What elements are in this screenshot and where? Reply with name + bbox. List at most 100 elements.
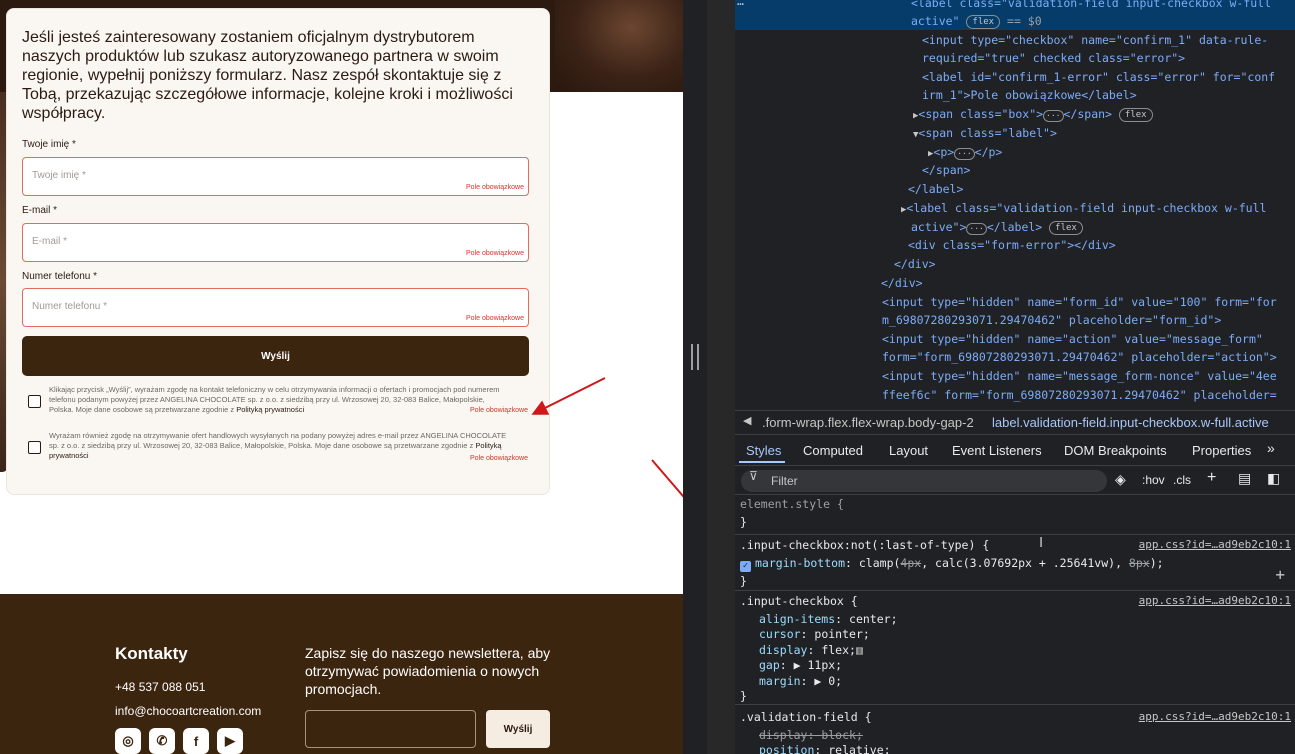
filter-input[interactable]: Filter — [741, 470, 1107, 492]
prop-value[interactable]: pointer; — [814, 627, 869, 641]
add-property-icon[interactable]: + — [1275, 565, 1285, 584]
breadcrumb-form-wrap[interactable]: .form-wrap.flex.flex-wrap.body-gap-2 — [762, 415, 974, 430]
prop-name[interactable]: cursor — [759, 627, 801, 641]
newsletter-submit-button[interactable]: Wyślij — [486, 710, 550, 748]
prop-value[interactable]: center; — [849, 612, 897, 626]
node-hidden-nonce[interactable]: <input type="hidden" name="message_form-… — [882, 367, 1277, 385]
node-input-checkbox-2[interactable]: required="true" checked class="error"> — [922, 49, 1185, 67]
tab-computed[interactable]: Computed — [803, 443, 863, 458]
flex-badge[interactable]: flex — [966, 15, 1001, 29]
rule-selector[interactable]: element.style { — [740, 495, 844, 513]
ellipsis-icon[interactable]: ··· — [954, 148, 975, 160]
prop-value[interactable]: flex; — [821, 643, 856, 657]
styles-toolbar: Filter ⊽ ◈ :hov .cls + ▤ ◧ — [735, 465, 1295, 495]
consent-phone[interactable]: Klikając przycisk „Wyślij”, wyrażam zgod… — [28, 385, 528, 425]
youtube-icon[interactable]: ▶ — [217, 728, 243, 754]
node-text: </span> — [922, 163, 971, 177]
prop-margin-bottom[interactable]: ✓ margin-bottom: clamp(4px, calc(3.07692p… — [740, 554, 1164, 572]
prop-value[interactable]: ▶ 11px; — [794, 658, 842, 672]
flex-badge[interactable]: flex — [1049, 221, 1083, 235]
node-span-close: </span> — [922, 161, 970, 179]
node-hidden-action[interactable]: <input type="hidden" name="action" value… — [882, 330, 1263, 348]
node-label-selected-2[interactable]: active" flex == $0 — [911, 12, 1042, 30]
footer-email[interactable]: info@chocoartcreation.com — [115, 704, 261, 718]
rule-selector[interactable]: .validation-field { — [740, 708, 872, 726]
footer-phone[interactable]: +48 537 088 051 — [115, 680, 205, 694]
new-rule-icon[interactable]: + — [1207, 469, 1216, 487]
ellipsis-icon[interactable]: ··· — [966, 223, 987, 235]
prop-name[interactable]: gap — [759, 658, 780, 672]
name-placeholder: Twoje imię * — [32, 170, 86, 181]
prop-margin[interactable]: margin: ▶ 0; — [759, 672, 842, 690]
node-error-label-2[interactable]: irm_1">Pole obowiązkowe</label> — [922, 86, 1137, 104]
prop-name[interactable]: margin-bottom — [755, 556, 845, 570]
node-error-label[interactable]: <label id="confirm_1-error" class="error… — [922, 68, 1275, 86]
name-field[interactable]: Twoje imię * Pole obowiązkowe — [22, 157, 529, 196]
sidebar-toggle-icon[interactable]: ◧ — [1267, 470, 1280, 487]
consent-email-checkbox[interactable] — [28, 441, 41, 454]
consent-email[interactable]: Wyrażam również zgodę na otrzymywanie of… — [28, 431, 528, 471]
tab-properties[interactable]: Properties — [1192, 443, 1251, 458]
flexbox-editor-icon[interactable]: ▥ — [856, 643, 863, 657]
node-form-error[interactable]: <div class="form-error"></div> — [908, 236, 1116, 254]
prop-value[interactable]: ▶ 0; — [814, 674, 842, 688]
node-span-box[interactable]: ▶<span class="box"> ··· </span> flex — [913, 105, 1153, 125]
node-hidden-nonce-2[interactable]: ffeef6c" form="form_69807280293071.29470… — [882, 386, 1277, 404]
layers-icon[interactable]: ◈ — [1115, 471, 1126, 488]
property-checkbox[interactable]: ✓ — [740, 561, 751, 572]
tab-styles[interactable]: Styles — [746, 443, 781, 458]
node-label-2b[interactable]: active"> ··· </label> flex — [911, 218, 1083, 236]
resize-grip-icon[interactable] — [691, 344, 699, 370]
ellipsis-icon[interactable]: ··· — [1043, 110, 1064, 122]
consent-phone-checkbox[interactable] — [28, 395, 41, 408]
rule-selector[interactable]: .input-checkbox:not(:last-of-type) { — [740, 536, 989, 554]
prop-name[interactable]: display — [759, 643, 807, 657]
node-span-label[interactable]: ▼<span class="label"> — [913, 124, 1057, 144]
node-text: <div class="form-error"></div> — [908, 238, 1116, 252]
devtools-panel: … <label class="validation-field input-c… — [735, 0, 1295, 754]
prop-name[interactable]: margin — [759, 674, 801, 688]
prop-name[interactable]: position — [759, 743, 814, 754]
submit-button[interactable]: Wyślij — [22, 336, 529, 376]
more-tabs-icon[interactable]: » — [1267, 440, 1275, 456]
newsletter-email-input[interactable] — [305, 710, 476, 748]
node-hidden-formid-2[interactable]: m_69807280293071.29470462" placeholder="… — [882, 311, 1221, 329]
cls-toggle[interactable]: .cls — [1173, 473, 1191, 487]
flex-badge[interactable]: flex — [1118, 108, 1153, 122]
node-p[interactable]: ▶<p> ··· </p> — [928, 143, 1002, 163]
privacy-policy-link[interactable]: Polityką prywatności — [236, 405, 304, 414]
prop-value[interactable]: relative; — [828, 743, 890, 754]
tab-layout[interactable]: Layout — [889, 443, 928, 458]
prop-name[interactable]: align-items — [759, 612, 835, 626]
email-field[interactable]: E-mail * Pole obowiązkowe — [22, 223, 529, 262]
prop-value[interactable]: clamp( — [859, 556, 901, 570]
rule-source-link[interactable]: app.css?id=…ad9eb2c10:1 — [1139, 710, 1291, 723]
node-hidden-action-2[interactable]: form="form_69807280293071.29470462" plac… — [882, 348, 1277, 366]
tab-dom-breakpoints[interactable]: DOM Breakpoints — [1064, 443, 1167, 458]
rule-close: } — [740, 689, 747, 703]
prop-value[interactable]: block; — [821, 728, 863, 742]
instagram-icon[interactable]: ◎ — [115, 728, 141, 754]
phone-field[interactable]: Numer telefonu * Pole obowiązkowe — [22, 288, 529, 327]
tab-event-listeners[interactable]: Event Listeners — [952, 443, 1042, 458]
rule-source-link[interactable]: app.css?id=…ad9eb2c10:1 — [1139, 538, 1291, 551]
node-label-2[interactable]: ▶<label class="validation-field input-ch… — [901, 199, 1266, 219]
scroll-left-icon[interactable]: ◀ — [743, 414, 751, 427]
breadcrumb-label[interactable]: label.validation-field.input-checkbox.w-… — [992, 415, 1269, 430]
node-text: </label> — [908, 182, 964, 196]
whatsapp-icon[interactable]: ✆ — [149, 728, 175, 754]
prop-name[interactable]: display — [759, 728, 807, 742]
prop-position[interactable]: position: relative; — [759, 741, 891, 754]
rule-source-link[interactable]: app.css?id=…ad9eb2c10:1 — [1139, 594, 1291, 607]
rule-selector[interactable]: .input-checkbox { — [740, 592, 858, 610]
paint-icon[interactable]: ▤ — [1238, 470, 1251, 487]
facebook-icon[interactable]: f — [183, 728, 209, 754]
node-hidden-formid[interactable]: <input type="hidden" name="form_id" valu… — [882, 293, 1277, 311]
panel-resizer[interactable] — [683, 0, 707, 754]
node-input-checkbox[interactable]: <input type="checkbox" name="confirm_1" … — [922, 31, 1268, 49]
text-cursor-icon: Ⅰ — [1039, 535, 1044, 551]
hov-toggle[interactable]: :hov — [1142, 473, 1165, 487]
phone-placeholder: Numer telefonu * — [32, 301, 108, 312]
node-label-selected[interactable]: <label class="validation-field input-che… — [911, 0, 1271, 12]
rule-validation-field: .validation-field { app.css?id=…ad9eb2c1… — [735, 707, 1295, 754]
